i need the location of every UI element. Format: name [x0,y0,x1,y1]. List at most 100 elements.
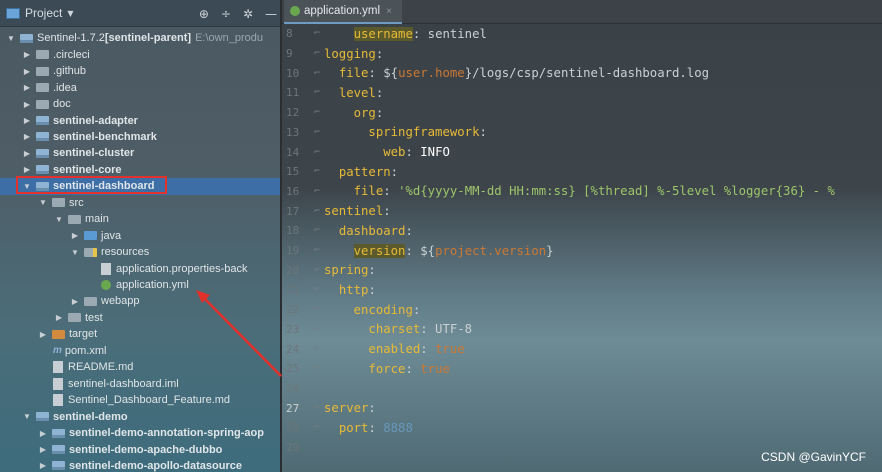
code-line[interactable]: 8 ⌐ username: sentinel [282,24,882,44]
tree-item[interactable]: ▶ sentinel-demo-annotation-spring-aop [0,425,280,442]
line-number: 8 [286,27,293,41]
code-line[interactable]: 15 ⌐ pattern: [282,162,882,182]
code-line[interactable]: 14 ⌐ web: INFO [282,142,882,162]
fold-marker-icon[interactable]: ⌐ [310,206,324,217]
code-line[interactable]: 25 ⌐ force: true [282,359,882,379]
tree-item[interactable]: ▶ .circleci [0,46,280,63]
tree-item[interactable]: ▶ .idea [0,79,280,96]
fold-marker-icon[interactable]: ⌐ [310,363,324,374]
fold-marker-icon[interactable]: ⌐ [310,28,324,39]
tree-item[interactable]: application.yml [0,277,280,294]
tree-item[interactable]: m pom.xml [0,343,280,360]
project-view-selector[interactable]: Project [25,6,62,20]
code-line[interactable]: 17 ⌐ sentinel: [282,201,882,221]
code-line[interactable]: 16 ⌐ file: '%d{yyyy-MM-dd HH:mm:ss} [%thr… [282,182,882,202]
code-line[interactable]: 20 ⌐ spring: [282,260,882,280]
tree-item[interactable]: ▼ resources [0,244,280,261]
collapsed-arrow-icon[interactable]: ▶ [22,83,32,92]
code-line[interactable]: 21 ⌐ http: [282,280,882,300]
fold-marker-icon[interactable]: ⌐ [310,87,324,98]
tree-item[interactable]: Sentinel_Dashboard_Feature.md [0,392,280,409]
fold-marker-icon[interactable]: ⌐ [310,147,324,158]
tree-item[interactable]: ▶ sentinel-demo-apache-dubbo [0,441,280,458]
tree-item[interactable]: README.md [0,359,280,376]
tab-application-yml[interactable]: application.yml × [284,0,402,24]
expanded-arrow-icon[interactable]: ▼ [54,215,64,224]
tree-item[interactable]: ▼ src [0,195,280,212]
fold-marker-icon[interactable]: ⌐ [310,68,324,79]
code-line[interactable]: 28 ⌐ port: 8888 [282,418,882,438]
tree-item-label: sentinel-benchmark [53,130,157,143]
tree-item[interactable]: ▶ test [0,310,280,327]
collapsed-arrow-icon[interactable]: ▶ [22,165,32,174]
collapsed-arrow-icon[interactable]: ▶ [38,429,48,438]
tree-item[interactable]: ▶ webapp [0,293,280,310]
collapsed-arrow-icon[interactable]: ▶ [22,67,32,76]
fold-marker-icon[interactable]: ⌐ [310,225,324,236]
fold-marker-icon[interactable]: ⌐ [310,107,324,118]
collapsed-arrow-icon[interactable]: ▶ [22,100,32,109]
expanded-arrow-icon[interactable]: ▼ [38,198,48,207]
collapsed-arrow-icon[interactable]: ▶ [22,132,32,141]
fold-marker-icon[interactable]: ⌐ [310,304,324,315]
fold-marker-icon[interactable]: ⌐ [310,48,324,59]
code-line[interactable]: 18 ⌐ dashboard: [282,221,882,241]
tree-item[interactable]: ▶ java [0,227,280,244]
fold-marker-icon[interactable]: ⌐ [310,265,324,276]
collapsed-arrow-icon[interactable]: ▶ [22,116,32,125]
fold-marker-icon[interactable]: ⌐ [310,284,324,295]
fold-marker-icon[interactable]: ⌐ [310,422,324,433]
code-line[interactable]: 27 ⌐ server: [282,398,882,418]
tree-item[interactable]: ▼ Sentinel-1.7.2 [sentinel-parent] E:\own_… [0,30,280,47]
chevron-down-icon[interactable]: ▼ [67,9,73,18]
tree-item[interactable]: ▼ main [0,211,280,228]
code-line[interactable]: 11 ⌐ level: [282,83,882,103]
tree-item[interactable]: ▶ doc [0,96,280,113]
expanded-arrow-icon[interactable]: ▼ [70,248,80,257]
code-line[interactable]: 23 ⌐ charset: UTF-8 [282,320,882,340]
tree-item[interactable]: ▶ sentinel-benchmark [0,129,280,146]
collapsed-arrow-icon[interactable]: ▶ [22,50,32,59]
close-icon[interactable]: × [386,6,392,17]
collapsed-arrow-icon[interactable]: ▶ [38,445,48,454]
collapsed-arrow-icon[interactable]: ▶ [38,330,48,339]
fold-marker-icon[interactable]: ⌐ [310,127,324,138]
code-line[interactable]: 13 ⌐ springframework: [282,123,882,143]
tree-item-label: sentinel-demo-annotation-spring-aop [69,427,264,440]
code-line[interactable]: 22 ⌐ encoding: [282,300,882,320]
collapsed-arrow-icon[interactable]: ▶ [22,149,32,158]
tree-item[interactable]: application.properties-back [0,260,280,277]
tree-item[interactable]: ▶ .github [0,63,280,80]
hide-panel-icon[interactable]: — [265,7,277,21]
fold-marker-icon[interactable]: ⌐ [310,324,324,335]
collapse-all-icon[interactable]: ÷ [221,7,231,21]
code-line[interactable]: 19 ⌐ version: ${project.version} [282,241,882,261]
collapsed-arrow-icon[interactable]: ▶ [70,231,80,240]
collapsed-arrow-icon[interactable]: ▶ [54,313,64,322]
code-line[interactable]: 24 ⌐ enabled: true [282,339,882,359]
tree-item[interactable]: ▶ target [0,326,280,343]
code-line[interactable]: 9 ⌐ logging: [282,44,882,64]
settings-gear-icon[interactable]: ✲ [243,7,253,21]
editor-area[interactable]: application.yml × 8 ⌐ username: sentinel 9… [282,0,882,472]
tree-item[interactable]: ▶ sentinel-cluster [0,145,280,162]
fold-marker-icon[interactable]: ⌐ [310,166,324,177]
expanded-arrow-icon[interactable]: ▼ [6,34,16,43]
tree-item[interactable]: ▼ sentinel-demo [0,408,280,425]
fold-marker-icon[interactable]: ⌐ [310,403,324,414]
fold-marker-icon[interactable]: ⌐ [310,186,324,197]
code-line[interactable]: 26 [282,379,882,399]
collapsed-arrow-icon[interactable]: ▶ [70,297,80,306]
code-token: enabled [368,342,421,357]
fold-marker-icon[interactable]: ⌐ [310,245,324,256]
fold-marker-icon[interactable]: ⌐ [310,344,324,355]
code-line[interactable]: 10 ⌐ file: ${user.home}/logs/csp/sentinel… [282,63,882,83]
tree-item[interactable]: ▶ sentinel-demo-apollo-datasource [0,458,280,472]
expanded-arrow-icon[interactable]: ▼ [22,412,32,421]
locate-file-icon[interactable]: ⊕ [199,7,209,21]
code-line[interactable]: 12 ⌐ org: [282,103,882,123]
tree-item[interactable]: ▶ sentinel-adapter [0,112,280,129]
tree-item[interactable]: sentinel-dashboard.iml [0,375,280,392]
collapsed-arrow-icon[interactable]: ▶ [38,461,48,470]
